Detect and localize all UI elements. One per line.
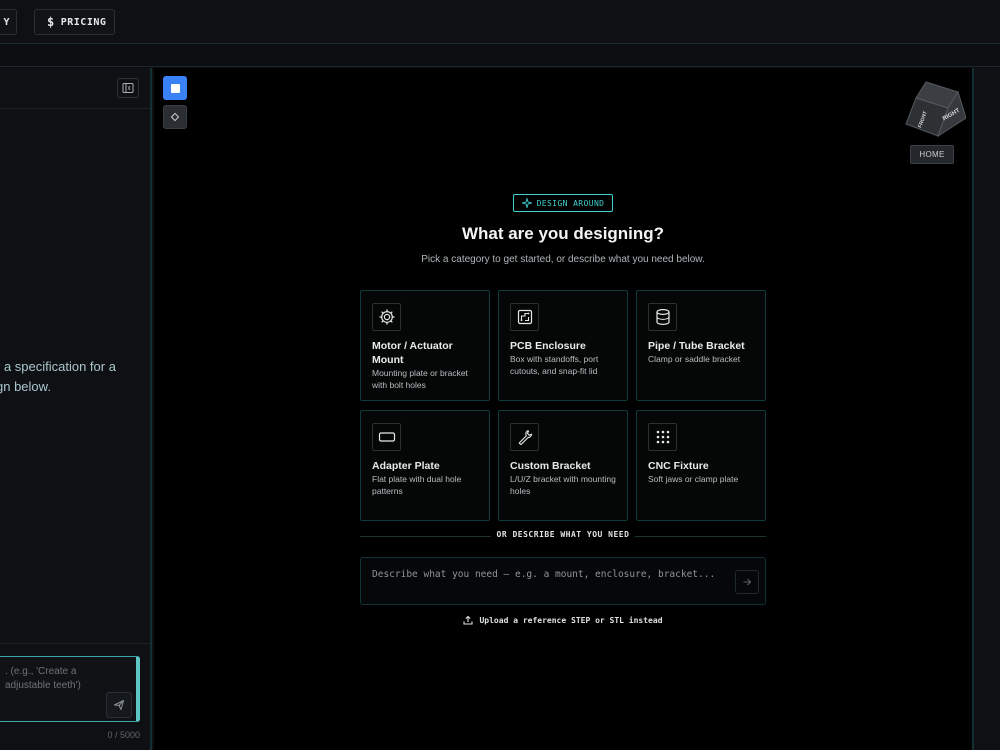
upload-label: Upload a reference STEP or STL instead (479, 615, 663, 625)
wireframe-view-button[interactable] (163, 105, 187, 129)
grid-dots-icon (656, 430, 669, 444)
divider (0, 643, 150, 644)
dollar-icon: $ (47, 15, 55, 29)
card-description: Flat plate with dual hole patterns (372, 474, 462, 496)
card-title: CNC Fixture (648, 460, 709, 472)
wrench-icon (518, 430, 532, 445)
upload-reference-link[interactable]: Upload a reference STEP or STL instead (363, 615, 763, 625)
card-description: Box with standoffs, port cutouts, and sn… (510, 354, 599, 376)
gear-icon (379, 309, 394, 325)
describe-input[interactable]: Describe what you need — e.g. a mount, e… (360, 557, 766, 605)
arrow-right-icon (743, 578, 752, 586)
card-description: Clamp or saddle bracket (648, 354, 741, 364)
design-canvas[interactable]: RIGHT FRONT HOME DESIGN AROUND What are … (154, 68, 972, 750)
pricing-button[interactable]: $ PRICING (34, 9, 115, 35)
card-icon-frame (372, 303, 401, 331)
nav-button-partial-label: Y (3, 16, 10, 28)
send-button[interactable] (106, 692, 132, 718)
chat-input-placeholder-line: . (e.g., 'Create a (5, 666, 77, 677)
nav-button-partial[interactable]: Y (0, 9, 17, 35)
category-card-cnc-fixture[interactable]: CNC Fixture Soft jaws or clamp plate (636, 410, 766, 521)
badge-label: DESIGN AROUND (536, 198, 605, 208)
chat-empty-message-line: r a specification for a (0, 359, 116, 374)
upload-icon (463, 615, 474, 625)
card-title: Motor / Actuator Mount (372, 340, 453, 366)
card-icon-frame (648, 303, 677, 331)
chat-empty-message-line: gn below. (0, 379, 51, 394)
chat-input-placeholder-line: adjustable teeth') (5, 680, 81, 691)
card-icon-frame (510, 423, 539, 451)
card-title: Adapter Plate (372, 460, 440, 472)
rectangle-icon (378, 432, 395, 442)
page-title: What are you designing? (461, 224, 665, 243)
category-card-adapter-plate[interactable]: Adapter Plate Flat plate with dual hole … (360, 410, 490, 521)
pricing-label: PRICING (60, 16, 107, 28)
view-cube-icon: RIGHT FRONT (905, 81, 967, 138)
or-divider-label: OR DESCRIBE WHAT YOU NEED (490, 530, 636, 539)
or-divider-wrapper: OR DESCRIBE WHAT YOU NEED (360, 530, 766, 539)
sparkle-icon (521, 198, 532, 208)
submit-description-button[interactable] (735, 570, 759, 594)
category-card-custom-bracket[interactable]: Custom Bracket L/U/Z bracket with mounti… (498, 410, 628, 521)
collapse-panel-button[interactable] (117, 78, 139, 98)
describe-input-placeholder: Describe what you need — e.g. a mount, e… (372, 569, 716, 580)
circuit-board-icon (517, 309, 532, 325)
category-card-motor-mount[interactable]: Motor / Actuator Mount Mounting plate or… (360, 290, 490, 401)
chat-empty-message: r a specification for a gn below. (0, 357, 156, 397)
solid-view-button[interactable] (163, 76, 187, 100)
page-subtitle: Pick a category to get started, or descr… (421, 254, 705, 265)
chat-panel: r a specification for a gn below. . (e.g… (0, 68, 152, 750)
diamond-icon (170, 112, 180, 122)
card-icon-frame (648, 423, 677, 451)
card-description: L/U/Z bracket with mounting holes (510, 474, 616, 496)
home-view-button[interactable]: HOME (910, 145, 954, 164)
right-panel (972, 68, 1000, 750)
sidebar-collapse-icon (122, 83, 134, 93)
character-counter: 0 / 5000 (107, 730, 140, 740)
card-title: Pipe / Tube Bracket (648, 340, 745, 352)
card-icon-frame (510, 303, 539, 331)
or-divider: OR DESCRIBE WHAT YOU NEED (360, 530, 766, 542)
category-card-pipe-bracket[interactable]: Pipe / Tube Bracket Clamp or saddle brac… (636, 290, 766, 401)
card-description: Soft jaws or clamp plate (648, 474, 739, 484)
chat-panel-header (0, 68, 150, 109)
send-icon (114, 700, 124, 710)
toolbar-strip (0, 45, 1000, 67)
design-around-badge: DESIGN AROUND (513, 194, 613, 212)
card-title: Custom Bracket (510, 460, 591, 472)
square-icon (170, 83, 180, 93)
orientation-cube[interactable]: RIGHT FRONT (900, 78, 967, 144)
card-description: Mounting plate or bracket with bolt hole… (372, 368, 468, 390)
category-card-pcb-enclosure[interactable]: PCB Enclosure Box with standoffs, port c… (498, 290, 628, 401)
cylinder-icon (655, 308, 670, 325)
card-icon-frame (372, 423, 401, 451)
top-navigation-bar: Y $ PRICING (0, 0, 1000, 44)
card-title: PCB Enclosure (510, 340, 586, 352)
